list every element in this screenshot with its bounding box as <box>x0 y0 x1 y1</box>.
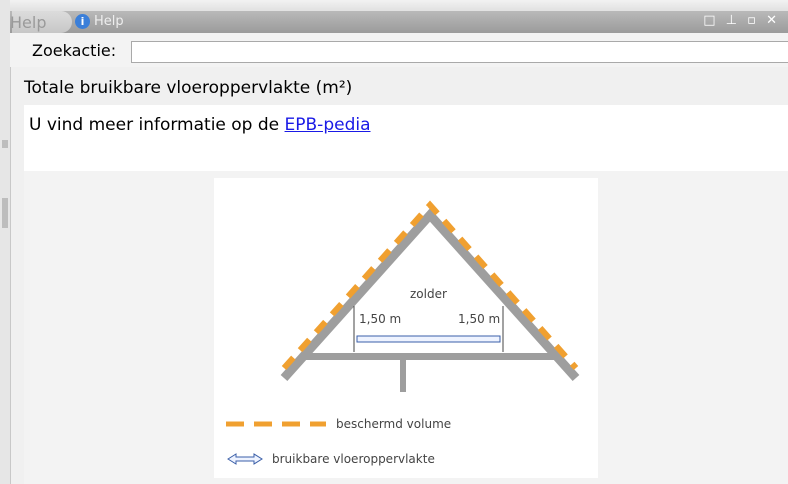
left-panel-edge <box>0 0 11 484</box>
floor-beam <box>302 353 558 360</box>
info-text: U vind meer informatie op de <box>29 115 285 135</box>
edge-mark <box>2 140 8 148</box>
legend-arrow-icon <box>227 453 263 465</box>
help-tab-label[interactable]: Help <box>10 13 46 32</box>
search-label: Zoekactie: <box>32 41 117 60</box>
legend-protected-volume: beschermd volume <box>336 417 451 431</box>
legend-usable-area: bruikbare vloeroppervlakte <box>272 452 435 466</box>
info-icon: i <box>75 14 90 29</box>
attic-illustration: zolder 1,50 m 1,50 m beschermd volume br… <box>214 178 598 478</box>
floor-support <box>400 360 406 392</box>
info-line: U vind meer informatie op de EPB-pedia <box>29 115 371 135</box>
titlebar-strip <box>10 11 788 33</box>
window-title: Help <box>94 14 124 29</box>
attic-diagram-icon: zolder 1,50 m 1,50 m beschermd volume br… <box>226 200 580 466</box>
search-input[interactable] <box>131 41 788 63</box>
page-title: Totale bruikbare vloeroppervlakte (m²) <box>24 78 353 98</box>
left-dim-label: 1,50 m <box>359 312 401 326</box>
epb-pedia-link[interactable]: EPB-pedia <box>285 115 371 135</box>
zolder-label: zolder <box>410 287 447 301</box>
window-controls[interactable]: □ ⊥ ▫ ✕ <box>703 13 780 28</box>
help-titlebar: Help i Help □ ⊥ ▫ ✕ <box>10 0 788 33</box>
right-dim-label: 1,50 m <box>458 312 500 326</box>
usable-floor-arrow <box>356 335 501 343</box>
search-row: Zoekactie: <box>10 33 788 67</box>
edge-mark <box>2 198 8 228</box>
